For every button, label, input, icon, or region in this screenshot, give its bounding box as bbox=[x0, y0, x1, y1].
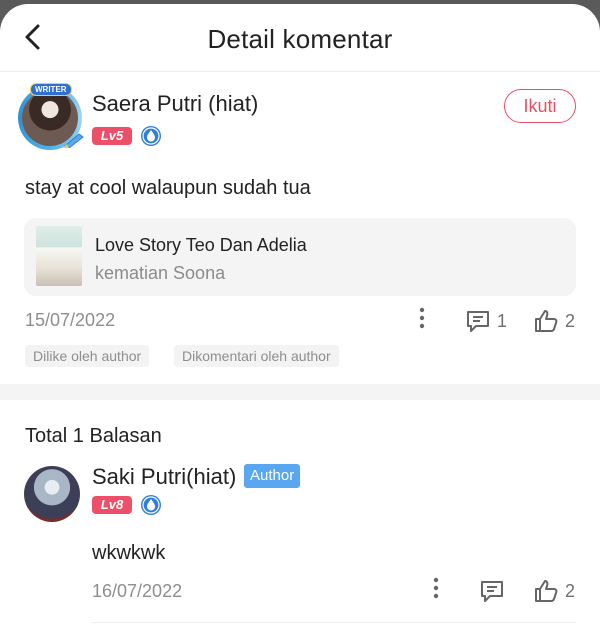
level-badge: Lv5 bbox=[92, 127, 132, 145]
comment-text: stay at cool walaupun sudah tua bbox=[25, 177, 311, 199]
header: Detail komentar bbox=[0, 4, 600, 72]
sapphire-drop-icon bbox=[140, 494, 162, 516]
avatar[interactable] bbox=[24, 466, 80, 522]
story-thumbnail bbox=[36, 226, 82, 286]
reply-action[interactable]: 1 bbox=[465, 308, 507, 334]
sapphire-drop-icon bbox=[140, 125, 162, 147]
reply-count: 1 bbox=[497, 310, 508, 331]
reply-date: 16/07/2022 bbox=[92, 581, 183, 601]
replies-total: Total 1 Balasan bbox=[25, 425, 162, 447]
comment-date: 15/07/2022 bbox=[25, 310, 116, 330]
follow-button[interactable]: Ikuti bbox=[504, 89, 576, 123]
reply-author-name[interactable]: Saki Putri(hiat) bbox=[92, 464, 236, 490]
reply-text: wkwkwk bbox=[92, 542, 166, 564]
story-title: Love Story Teo Dan Adelia bbox=[95, 235, 307, 255]
thumbs-up-icon bbox=[535, 310, 558, 332]
thumbs-up-icon bbox=[535, 580, 558, 602]
avatar[interactable]: WRITER bbox=[18, 83, 85, 152]
page-title: Detail komentar bbox=[207, 24, 393, 54]
reply-action[interactable] bbox=[479, 578, 505, 604]
comment-detail-sheet: Detail komentar WRITER Saera Putri (hiat… bbox=[0, 4, 600, 630]
divider bbox=[92, 622, 576, 623]
liked-by-author-tag: Dilike oleh author bbox=[25, 345, 150, 367]
pen-icon bbox=[63, 132, 85, 149]
story-subtitle: kematian Soona bbox=[95, 263, 226, 283]
level-badge: Lv8 bbox=[92, 496, 132, 514]
like-action[interactable]: 2 bbox=[533, 308, 575, 334]
like-count: 2 bbox=[565, 310, 576, 331]
section-divider bbox=[0, 384, 600, 400]
comment-icon bbox=[467, 311, 489, 332]
story-card[interactable]: Love Story Teo Dan Adelia kematian Soona bbox=[24, 218, 576, 296]
more-vertical-icon[interactable] bbox=[417, 306, 427, 330]
more-vertical-icon[interactable] bbox=[431, 576, 441, 600]
author-badge: Author bbox=[244, 464, 301, 488]
writer-frame-tag: WRITER bbox=[30, 83, 72, 96]
comment-icon bbox=[481, 581, 503, 602]
comment-author-name[interactable]: Saera Putri (hiat) bbox=[92, 91, 258, 117]
like-action[interactable]: 2 bbox=[533, 578, 575, 604]
commented-by-author-tag: Dikomentari oleh author bbox=[174, 345, 339, 367]
like-count: 2 bbox=[565, 580, 576, 601]
